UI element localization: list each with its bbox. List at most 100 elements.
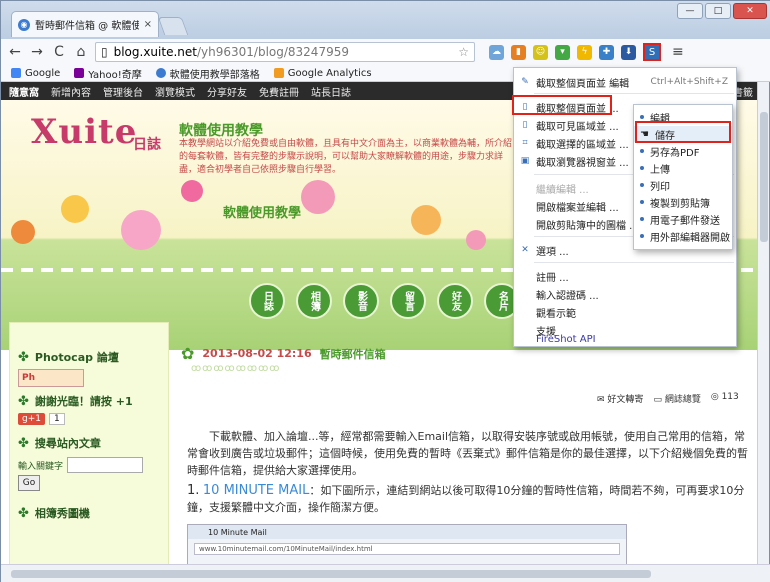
sitebar-link-admin[interactable]: 管理後台: [103, 84, 143, 99]
submenu-save-pdf[interactable]: 另存為PDF: [634, 143, 732, 159]
analytics-icon: [273, 68, 284, 78]
back-icon[interactable]: ←: [7, 44, 23, 60]
post-title[interactable]: 暫時郵件信箱: [320, 346, 386, 362]
bullet-icon: [640, 183, 644, 187]
bookmark-google[interactable]: Google: [11, 68, 60, 79]
submenu-email[interactable]: 用電子郵件發送: [634, 211, 732, 227]
minimize-button[interactable]: —: [677, 3, 703, 19]
forward-icon[interactable]: →: [29, 44, 45, 60]
gplus-widget: g+1 1: [18, 413, 160, 425]
post-section-1: 1. 10 MINUTE MAIL：如下圖所示，連結到網站以後可取得10分鐘的暫…: [187, 482, 749, 516]
flower-decoration: [121, 210, 161, 250]
flower-decoration: [11, 220, 35, 244]
post-date: 2013-08-02 12:16: [202, 347, 312, 360]
bullet-icon: [640, 200, 644, 204]
address-bar[interactable]: ▯ blog.xuite.net/yh96301/blog/83247959 ☆: [95, 42, 475, 62]
bullet-icon: [640, 115, 644, 119]
submenu-external-editor[interactable]: 用外部編輯器開啟: [634, 228, 732, 244]
xuite-logo[interactable]: Xuite: [31, 112, 137, 152]
crop-icon: ⌗: [522, 138, 528, 148]
sitebar-link-log[interactable]: 站長日誌: [311, 84, 351, 99]
nav-album[interactable]: 相簿: [296, 283, 332, 319]
extension-smiley-icon[interactable]: ☺: [533, 44, 548, 60]
sitebar-link-register[interactable]: 免費註冊: [259, 84, 299, 99]
xuite-icon: [155, 68, 166, 78]
menu-capture-entire-edit[interactable]: ✎ 截取整個頁面並 編輯 Ctrl+Alt+Shift+Z: [514, 74, 736, 90]
sidebar-heading-album: ✤ 相簿秀圖機: [18, 505, 90, 521]
blog-overview-link[interactable]: ▭ 網誌總覽: [653, 392, 700, 405]
leaf-icon: ✤: [18, 505, 29, 521]
gplus-button[interactable]: g+1: [18, 413, 45, 425]
bookmark-google-analytics[interactable]: Google Analytics: [273, 68, 372, 79]
blog-title: 軟體使用教學: [179, 123, 263, 139]
submenu-copy-clipboard[interactable]: 複製到剪貼簿: [634, 194, 732, 210]
nav-friends[interactable]: 好友: [437, 283, 473, 319]
leaf-icon: ✤: [18, 349, 29, 365]
extension-lightning-icon[interactable]: ϟ: [577, 44, 592, 60]
scrollbar-thumb[interactable]: [760, 112, 768, 242]
menu-register[interactable]: 註冊 ...: [514, 268, 736, 284]
sitebar-link-share[interactable]: 分享好友: [207, 84, 247, 99]
leaf-icon: ✤: [18, 393, 29, 409]
menu-demo[interactable]: 觀看示範: [514, 304, 736, 320]
blog-description: 本教學網站以介紹免費或自由軟體，且具有中文介面為主，以商業軟體為輔，所介紹的每套…: [179, 139, 513, 175]
browser-menu-icon[interactable]: ≡: [672, 44, 684, 60]
shot-tab: 10 Minute Mail: [188, 525, 626, 539]
browser-tab[interactable]: ◉ 暫時郵件信箱 @ 軟體使用 ×: [11, 11, 159, 37]
search-input[interactable]: [67, 457, 144, 473]
tab-close-icon[interactable]: ×: [144, 19, 152, 30]
horizontal-scrollbar[interactable]: [1, 564, 770, 582]
extension-icons: ☁ ▮ ☺ ▾ ϟ ✚ ⬇ S ≡: [489, 43, 684, 61]
extension-plug-icon[interactable]: ▾: [555, 44, 570, 60]
maximize-button[interactable]: □: [705, 3, 731, 19]
site-logo[interactable]: 隨意窩: [9, 84, 39, 99]
close-window-button[interactable]: ✕: [733, 3, 767, 19]
banner-title: 軟體使用教學: [223, 206, 302, 221]
new-tab-button[interactable]: [157, 17, 189, 35]
search-label: 輸入關鍵字: [18, 461, 64, 472]
xuite-favicon-icon: ◉: [18, 18, 30, 31]
bookmark-star-icon[interactable]: ☆: [458, 45, 469, 59]
tab-title: 暫時郵件信箱 @ 軟體使用: [35, 21, 139, 32]
forward-article-link[interactable]: ✉ 好文轉寄: [597, 392, 643, 405]
menu-enter-key[interactable]: 輸入認證碼 ...: [514, 286, 736, 302]
flower-decoration: [466, 230, 486, 250]
home-icon[interactable]: ⌂: [73, 44, 89, 60]
eye-icon: ◎: [710, 392, 719, 402]
yahoo-icon: [74, 68, 85, 78]
mail-icon: ✉: [597, 395, 605, 405]
shot-address: www.10minutemail.com/10MinuteMail/index.…: [194, 543, 620, 555]
reload-icon[interactable]: C: [51, 44, 67, 60]
nav-blog[interactable]: 日誌: [249, 283, 285, 319]
vertical-scrollbar[interactable]: [757, 82, 769, 564]
menu-fireshot-api[interactable]: FireShot API: [514, 332, 736, 346]
10minutemail-link[interactable]: 10 MINUTE MAIL: [203, 483, 309, 498]
fireshot-extension-button[interactable]: S: [643, 43, 661, 61]
sitebar-link-browse[interactable]: 瀏覽模式: [155, 84, 195, 99]
extension-cloud-icon[interactable]: ☁: [489, 44, 504, 60]
extension-download-icon[interactable]: ⬇: [621, 44, 636, 60]
section-number: 1.: [187, 483, 200, 498]
extension-chart-icon[interactable]: ▮: [511, 44, 526, 60]
submenu-print[interactable]: 列印: [634, 177, 732, 193]
submenu-upload[interactable]: 上傳: [634, 160, 732, 176]
hscroll-thumb[interactable]: [11, 570, 651, 578]
sidebar-heading-thanks: ✤ 謝謝光臨！請按 +1: [18, 393, 133, 409]
view-count: ◎ 113: [710, 392, 739, 402]
extension-puzzle-icon[interactable]: ✚: [599, 44, 614, 60]
nav-message[interactable]: 留言: [390, 283, 426, 319]
bullet-icon: [640, 217, 644, 221]
photocap-badge[interactable]: Ph: [18, 369, 84, 387]
blog-sidebar: ✤ Photocap 論壇 Ph ✤ 謝謝光臨！請按 +1 g+1 1 ✤ 搜尋站內文…: [9, 322, 169, 564]
bullet-icon: [640, 149, 644, 153]
flower-icon: ✿: [181, 344, 195, 363]
xuite-logo-sub: 日誌: [133, 137, 161, 153]
bullet-icon: [640, 234, 644, 238]
nav-video[interactable]: 影音: [343, 283, 379, 319]
sitebar-link-new[interactable]: 新增內容: [51, 84, 91, 99]
bookmark-yahoo[interactable]: Yahoo!奇摩: [74, 66, 142, 81]
bookmark-software-blog[interactable]: 軟體使用教學部落格: [155, 66, 260, 81]
flower-decoration: [181, 180, 203, 202]
search-go-button[interactable]: Go: [18, 475, 40, 491]
browser-toolbar: ← → C ⌂ ▯ blog.xuite.net/yh96301/blog/83…: [1, 39, 770, 65]
